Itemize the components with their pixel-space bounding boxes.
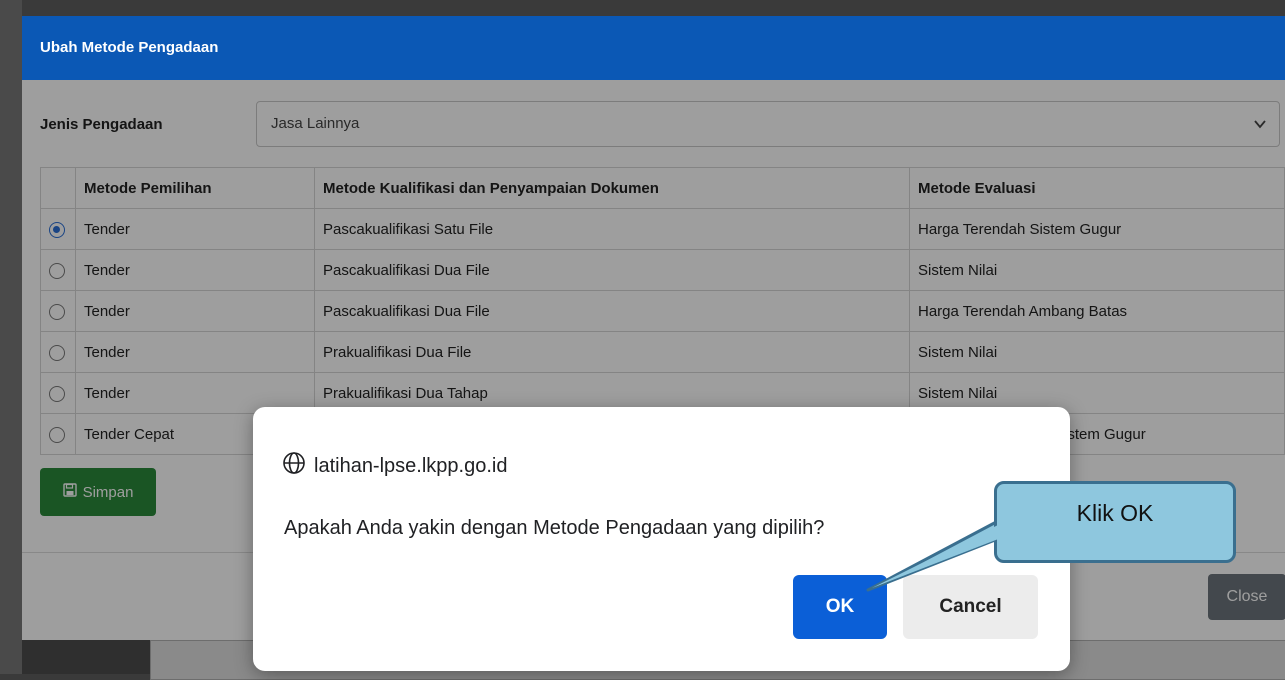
column-header: Metode Kualifikasi dan Penyampaian Dokum… [314, 167, 910, 209]
cell-pemilihan: Tender [75, 249, 315, 291]
table-header-row: Metode Pemilihan Metode Kualifikasi dan … [40, 167, 1285, 209]
jenis-pengadaan-label: Jenis Pengadaan [40, 116, 163, 133]
cell-evaluasi: Sistem Nilai [909, 331, 1285, 373]
cell-pemilihan: Tender [75, 290, 315, 332]
radio-cell[interactable] [40, 331, 76, 373]
dialog-origin: latihan-lpse.lkpp.go.id [282, 451, 507, 481]
cell-evaluasi: Sistem Nilai [909, 249, 1285, 291]
radio-button[interactable] [49, 303, 65, 320]
cell-evaluasi: Harga Terendah Ambang Batas [909, 290, 1285, 332]
radio-button[interactable] [49, 344, 65, 361]
table-row[interactable]: Tender Prakualifikasi Dua File Sistem Ni… [40, 331, 1285, 373]
cell-pemilihan: Tender [75, 331, 315, 373]
jenis-pengadaan-value: Jasa Lainnya [271, 115, 360, 132]
radio-button[interactable] [49, 262, 65, 279]
cell-kualifikasi: Pascakualifikasi Dua File [314, 290, 910, 332]
ok-button[interactable]: OK [793, 575, 887, 639]
page-backdrop-left [0, 0, 22, 674]
column-header: Metode Pemilihan [75, 167, 315, 209]
chevron-down-icon [1253, 102, 1267, 163]
radio-button[interactable] [49, 385, 65, 402]
column-header: Metode Evaluasi [909, 167, 1285, 209]
simpan-label: Simpan [82, 483, 134, 501]
jenis-pengadaan-select[interactable]: Jasa Lainnya [256, 101, 1280, 147]
cell-kualifikasi: Pascakualifikasi Satu File [314, 208, 910, 250]
instruction-callout: Klik OK [994, 481, 1236, 563]
radio-button-selected[interactable] [49, 221, 65, 238]
radio-cell[interactable] [40, 290, 76, 332]
radio-cell[interactable] [40, 372, 76, 414]
cell-pemilihan: Tender [75, 208, 315, 250]
radio-cell[interactable] [40, 208, 76, 250]
callout-text: Klik OK [1076, 500, 1154, 526]
cancel-button[interactable]: Cancel [903, 575, 1038, 639]
close-button[interactable]: Close [1208, 574, 1285, 620]
globe-icon [282, 451, 306, 481]
table-row[interactable]: Tender Pascakualifikasi Dua File Sistem … [40, 249, 1285, 291]
confirm-dialog: latihan-lpse.lkpp.go.id Apakah Anda yaki… [253, 407, 1070, 671]
radio-cell[interactable] [40, 249, 76, 291]
table-row[interactable]: Tender Pascakualifikasi Dua File Harga T… [40, 290, 1285, 332]
radio-button[interactable] [49, 426, 65, 443]
floppy-disk-icon [62, 483, 77, 501]
cell-kualifikasi: Pascakualifikasi Dua File [314, 249, 910, 291]
radio-cell[interactable] [40, 413, 76, 455]
modal-title: Ubah Metode Pengadaan [22, 16, 1285, 80]
cell-evaluasi: Harga Terendah Sistem Gugur [909, 208, 1285, 250]
table-row[interactable]: Tender Pascakualifikasi Satu File Harga … [40, 208, 1285, 250]
simpan-button[interactable]: Simpan [40, 468, 156, 516]
cell-kualifikasi: Prakualifikasi Dua File [314, 331, 910, 373]
dialog-message: Apakah Anda yakin dengan Metode Pengadaa… [284, 517, 825, 539]
dialog-origin-text: latihan-lpse.lkpp.go.id [314, 454, 508, 477]
radio-column-header [40, 167, 76, 209]
